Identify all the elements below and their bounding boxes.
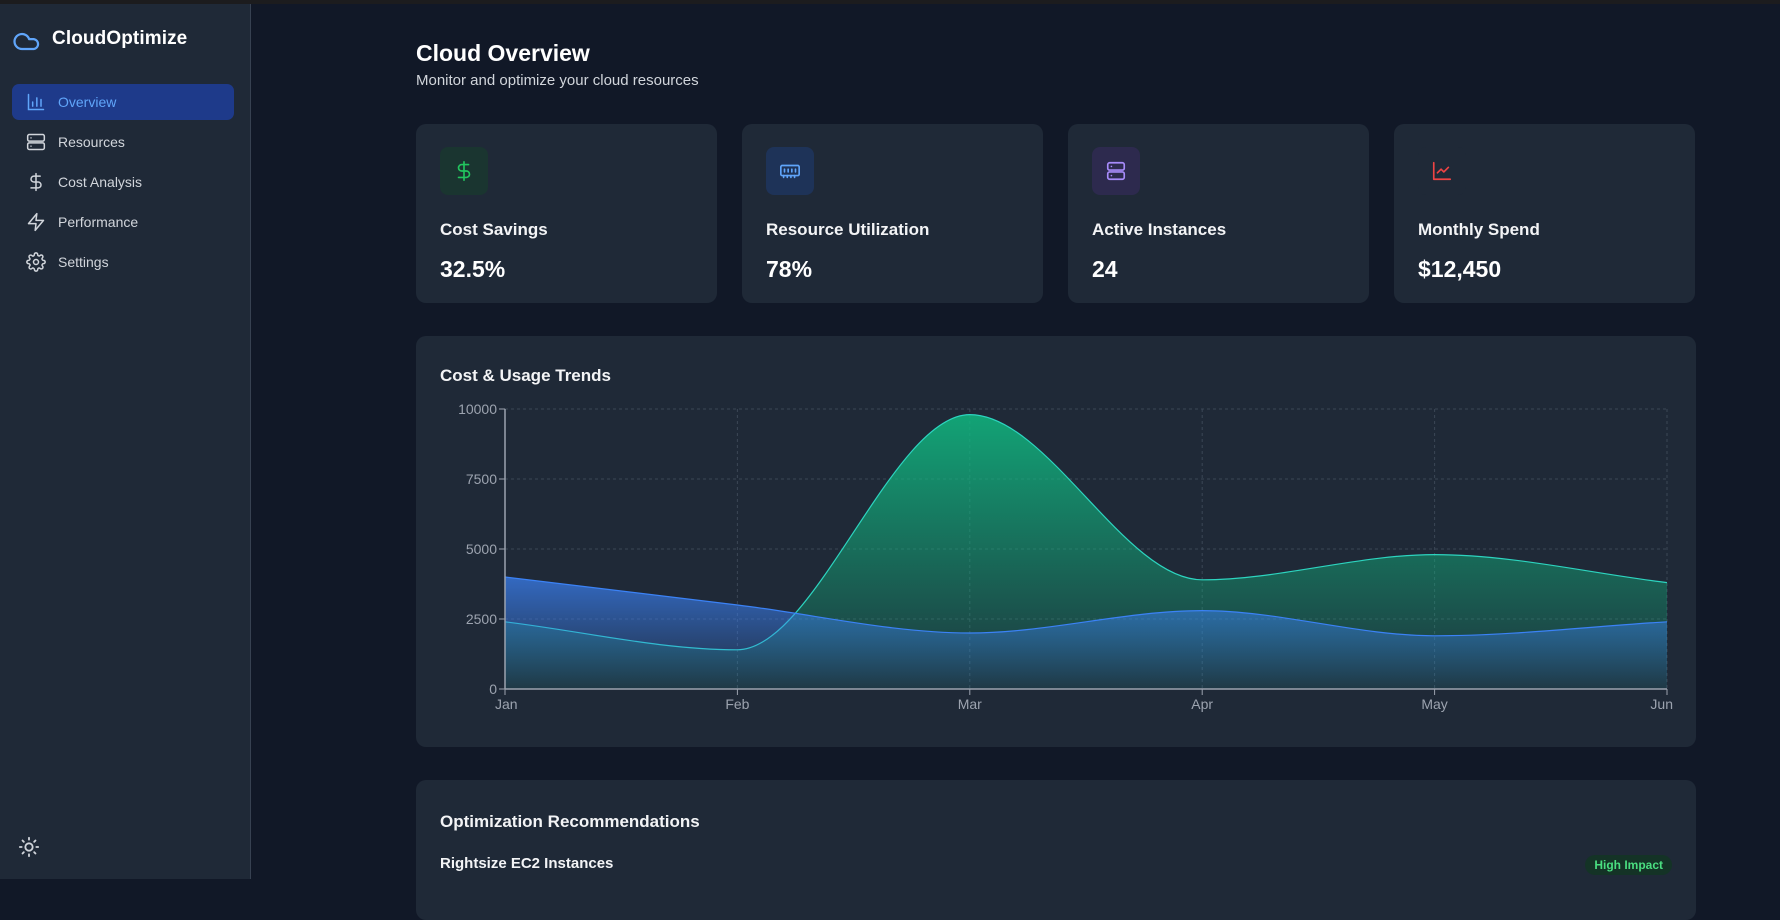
gear-icon <box>26 252 46 272</box>
x-tick-label: Mar <box>958 696 982 712</box>
sidebar-item-label: Performance <box>58 214 139 230</box>
sidebar-item-performance[interactable]: Performance <box>12 204 234 240</box>
x-tick-label: Apr <box>1191 696 1213 712</box>
stats-row: Cost Savings 32.5% Resource Utilization … <box>416 124 1696 303</box>
sidebar-item-overview[interactable]: Overview <box>12 84 234 120</box>
y-tick-label: 10000 <box>458 401 497 417</box>
stat-value: 32.5% <box>440 256 506 282</box>
y-tick-label: 7500 <box>466 471 497 487</box>
recommendations-card: Optimization Recommendations Rightsize E… <box>416 780 1696 920</box>
stat-card-monthly-spend[interactable]: Monthly Spend $12,450 <box>1394 124 1695 303</box>
sidebar: CloudOptimize Overview Resources Cost An… <box>0 4 251 879</box>
sidebar-item-cost-analysis[interactable]: Cost Analysis <box>12 164 234 200</box>
zap-icon <box>27 212 45 232</box>
stat-card-cost-savings[interactable]: Cost Savings 32.5% <box>416 124 717 303</box>
page-subtitle: Monitor and optimize your cloud resource… <box>416 72 699 89</box>
page-title: Cloud Overview <box>416 40 590 66</box>
app-name: CloudOptimize <box>52 28 188 49</box>
stat-card-resource-utilization[interactable]: Resource Utilization 78% <box>742 124 1043 303</box>
brand[interactable]: CloudOptimize <box>12 26 187 52</box>
sidebar-item-label: Settings <box>58 254 109 270</box>
dollar-icon <box>30 172 42 192</box>
stat-label: Active Instances <box>1092 220 1227 239</box>
x-tick-label: Feb <box>725 696 749 712</box>
stat-label: Monthly Spend <box>1418 220 1540 239</box>
sidebar-nav: Overview Resources Cost Analysis Perform… <box>12 84 234 284</box>
x-tick-label: May <box>1421 696 1447 712</box>
chart-areas <box>504 413 1668 689</box>
stat-label: Resource Utilization <box>766 220 930 239</box>
y-tick-label: 2500 <box>466 611 497 627</box>
stat-icon-container <box>1092 147 1140 195</box>
cloud-icon <box>13 32 40 51</box>
x-tick-label: Jan <box>495 696 518 712</box>
stat-value: $12,450 <box>1418 256 1502 282</box>
cost-usage-chart-card: Cost & Usage Trends 0 2500 5000 7500 10000 Ja… <box>416 336 1696 747</box>
area-chart[interactable]: 0 2500 5000 7500 10000 Jan Feb Mar Apr May Jun <box>416 336 1696 747</box>
window-top-strip <box>0 0 1780 4</box>
stat-card-active-instances[interactable]: Active Instances 24 <box>1068 124 1369 303</box>
stat-value: 78% <box>766 256 813 282</box>
stat-label: Cost Savings <box>440 220 548 239</box>
line-chart-icon <box>1432 161 1452 181</box>
sidebar-item-label: Resources <box>58 134 125 150</box>
sidebar-item-label: Cost Analysis <box>58 174 143 190</box>
impact-badge: High Impact <box>1585 855 1672 875</box>
y-tick-label: 5000 <box>466 541 497 557</box>
server-icon <box>26 133 46 151</box>
sidebar-item-settings[interactable]: Settings <box>12 244 234 280</box>
sun-icon <box>18 836 40 858</box>
stat-icon-container <box>440 147 488 195</box>
stat-value: 24 <box>1092 256 1118 282</box>
memory-icon <box>780 164 800 179</box>
theme-toggle-button[interactable] <box>18 836 40 858</box>
recommendation-title[interactable]: Rightsize EC2 Instances <box>440 855 613 872</box>
server-icon <box>1106 161 1126 181</box>
bar-chart-icon <box>27 93 45 111</box>
y-tick-label: 0 <box>489 681 497 697</box>
sidebar-item-resources[interactable]: Resources <box>12 124 234 160</box>
stat-icon-container <box>766 147 814 195</box>
recommendations-title: Optimization Recommendations <box>440 812 700 831</box>
sidebar-item-label: Overview <box>58 94 117 110</box>
stat-icon-container <box>1418 147 1466 195</box>
dollar-icon <box>457 161 471 181</box>
x-tick-label: Jun <box>1650 696 1673 712</box>
